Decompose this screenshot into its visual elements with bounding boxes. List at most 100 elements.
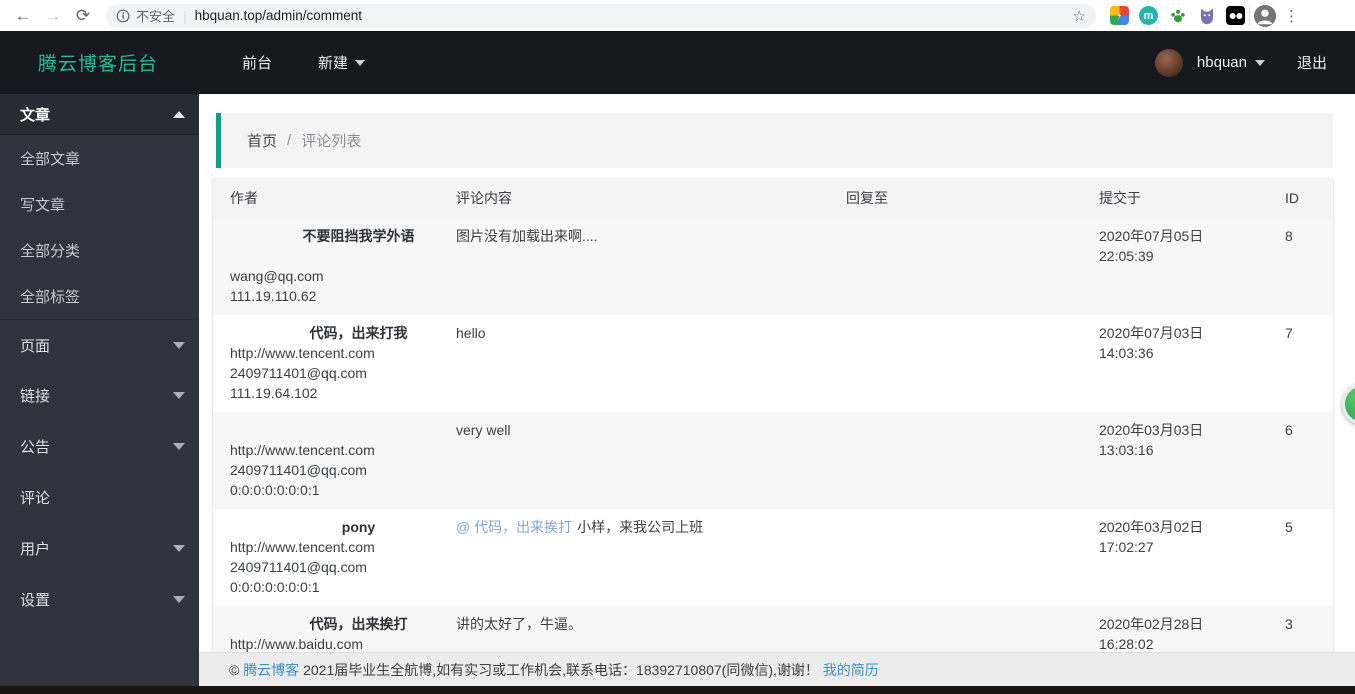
sidebar-caret-icon: [173, 443, 185, 450]
sidebar-item[interactable]: 评论: [0, 472, 199, 523]
sidebar-caret-icon: [173, 392, 185, 399]
author-url: http://www.tencent.com: [230, 539, 375, 555]
chevron-down-icon: [355, 59, 366, 66]
author-name: 代码，出来挨打: [309, 616, 408, 632]
breadcrumb-separator: /: [287, 132, 292, 149]
author-email: 2409711401@qq.com: [230, 365, 367, 381]
sidebar-item-label: 写文章: [20, 196, 66, 214]
bookmark-star-icon[interactable]: ☆: [1073, 7, 1086, 25]
comment-text: hello: [456, 325, 486, 341]
footer-text: 2021届毕业生全航博,如有实习或工作机会,联系电话：18392710807(同…: [299, 661, 823, 678]
breadcrumb: 首页 / 评论列表: [216, 113, 1333, 168]
extension-glasses-icon[interactable]: [1226, 6, 1245, 25]
submitted-time: 13:03:16: [1099, 442, 1154, 458]
sidebar-caret-icon: [173, 545, 185, 552]
back-icon[interactable]: ←: [8, 3, 38, 29]
comment-cell: very well: [439, 420, 829, 501]
col-header-reply-to: 回复至: [846, 190, 888, 206]
author-url: http://www.baidu.com: [230, 636, 364, 652]
submitted-cell: 2020年03月03日 13:03:16: [1082, 420, 1268, 501]
sidebar-item[interactable]: 文章: [0, 94, 199, 135]
resume-link[interactable]: 我的简历: [823, 660, 879, 680]
top-nav: 前台 新建: [158, 52, 366, 73]
extension-cat-icon[interactable]: [1197, 6, 1216, 25]
sidebar-item-label: 全部文章: [20, 150, 81, 168]
sidebar-item-label: 公告: [20, 439, 51, 456]
sidebar-item[interactable]: 设置: [0, 574, 199, 625]
table-row: http://www.tencent.com 2409711401@qq.com…: [213, 412, 1333, 509]
comment-cell: hello: [439, 323, 829, 404]
author-ip: 111.19.64.102: [230, 385, 318, 401]
url-text[interactable]: hbquan.top/admin/comment: [195, 8, 1065, 23]
extension-lightning-icon[interactable]: [1110, 6, 1129, 25]
username-menu[interactable]: hbquan: [1197, 54, 1265, 71]
author-name: 不要阻挡我学外语: [302, 228, 415, 244]
logout-button[interactable]: 退出: [1297, 52, 1327, 73]
comment-text: very well: [456, 422, 511, 438]
reply-to-cell: [829, 420, 1082, 501]
info-icon[interactable]: [116, 9, 130, 23]
author-ip: 111.19.110.62: [230, 288, 317, 304]
omnibox-divider: |: [183, 7, 187, 24]
bottom-strip: [0, 686, 1355, 694]
author-cell: 代码，出来打我 http://www.tencent.com 240971140…: [213, 323, 439, 404]
col-header-submitted: 提交于: [1099, 190, 1141, 206]
extension-paw-icon[interactable]: [1168, 6, 1187, 25]
nav-front-link[interactable]: 前台: [242, 52, 272, 73]
forward-icon[interactable]: →: [38, 3, 68, 29]
author-email: wang@qq.com: [230, 268, 324, 284]
author-name: 代码，出来打我: [309, 325, 408, 341]
sidebar: 文章 全部文章 写文章 全部分类 全部标签 页面 链接 公告 评论 用户 设置: [0, 94, 199, 686]
brand-title[interactable]: 腾云博客后台: [38, 49, 158, 76]
header-user-area: hbquan 退出: [1154, 48, 1327, 77]
browser-menu-icon[interactable]: ⋮: [1284, 7, 1299, 25]
admin-header: 腾云博客后台 前台 新建 hbquan 退出: [0, 31, 1355, 94]
sidebar-item[interactable]: 全部分类: [0, 227, 199, 273]
submitted-time: 14:03:36: [1099, 345, 1154, 361]
sidebar-item[interactable]: 全部标签: [0, 273, 199, 319]
browser-profile-icon[interactable]: [1254, 4, 1276, 27]
submitted-time: 17:02:27: [1099, 539, 1154, 555]
sidebar-item-label: 设置: [20, 592, 51, 609]
blog-link[interactable]: 腾云博客: [243, 660, 299, 680]
mention-link[interactable]: @ 代码，出来挨打: [456, 519, 572, 535]
sidebar-item[interactable]: 全部文章: [0, 135, 199, 181]
page: ← → ⟳ 不安全 | hbquan.top/admin/comment ☆ m: [0, 0, 1355, 694]
sidebar-item[interactable]: 写文章: [0, 181, 199, 227]
address-bar[interactable]: 不安全 | hbquan.top/admin/comment ☆: [106, 3, 1096, 28]
sidebar-caret-icon: [173, 341, 185, 349]
submitted-cell: 2020年03月02日 17:02:27: [1082, 517, 1268, 598]
sidebar-item[interactable]: 链接: [0, 370, 199, 421]
sidebar-caret-icon: [173, 110, 185, 118]
table-row: 不要阻挡我学外语 wang@qq.com 111.19.110.62 图片没有加…: [213, 218, 1333, 315]
table-header-row: 作者 评论内容 回复至 提交于 ID: [213, 178, 1333, 218]
submitted-date: 2020年03月03日: [1099, 422, 1204, 438]
author-url: http://www.tencent.com: [230, 345, 375, 361]
table-row: pony http://www.tencent.com 2409711401@q…: [213, 509, 1333, 606]
id-cell: 8: [1285, 228, 1293, 244]
user-avatar[interactable]: [1154, 48, 1183, 77]
reply-to-cell: [829, 517, 1082, 598]
toolbar-divider: [1249, 6, 1250, 25]
sidebar-item-label: 文章: [20, 106, 51, 124]
extension-m-icon[interactable]: m: [1139, 6, 1158, 25]
comment-table: 作者 评论内容 回复至 提交于 ID 不要阻挡我学外语 wang@qq.com …: [213, 178, 1333, 686]
submitted-time: 22:05:39: [1099, 248, 1154, 264]
comment-text: 图片没有加载出来啊....: [456, 228, 598, 244]
browser-toolbar: ← → ⟳ 不安全 | hbquan.top/admin/comment ☆ m: [0, 0, 1355, 31]
footer: © 腾云博客 2021届毕业生全航博,如有实习或工作机会,联系电话：183927…: [199, 652, 1355, 686]
sidebar-item[interactable]: 页面: [0, 319, 199, 370]
sidebar-item[interactable]: 用户: [0, 523, 199, 574]
submitted-date: 2020年07月03日: [1099, 325, 1204, 341]
reload-icon[interactable]: ⟳: [68, 3, 98, 29]
sidebar-item-label: 评论: [20, 490, 51, 507]
sidebar-item-label: 全部分类: [20, 242, 81, 260]
submitted-cell: 2020年07月05日 22:05:39: [1082, 226, 1268, 307]
nav-new-menu[interactable]: 新建: [318, 52, 366, 73]
breadcrumb-home-link[interactable]: 首页: [247, 130, 277, 151]
security-label: 不安全: [136, 9, 176, 24]
sidebar-item[interactable]: 公告: [0, 421, 199, 472]
breadcrumb-current: 评论列表: [301, 133, 362, 150]
table-row: 代码，出来打我 http://www.tencent.com 240971140…: [213, 315, 1333, 412]
sidebar-item-label: 页面: [20, 337, 51, 355]
